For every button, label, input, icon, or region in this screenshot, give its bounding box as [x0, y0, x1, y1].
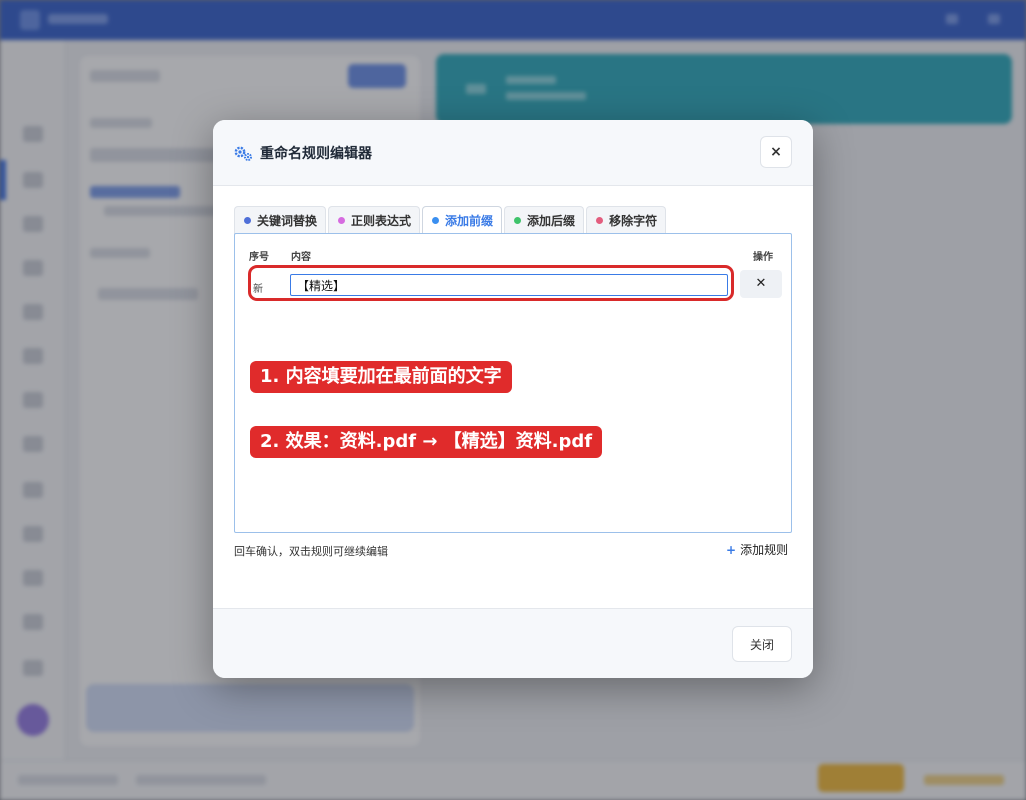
close-button[interactable]: 关闭 — [732, 626, 792, 662]
tab-add-prefix[interactable]: 添加前缀 — [422, 206, 503, 234]
plus-icon: + — [726, 543, 737, 557]
add-rule-button[interactable]: + 添加规则 — [726, 541, 788, 558]
tab-dot-icon — [596, 217, 604, 224]
annotation-highlight-ring — [248, 265, 734, 301]
column-index-header: 序号 — [249, 252, 269, 263]
column-content-header: 内容 — [291, 252, 311, 263]
annotation-label: 2. 效果：资料.pdf → 【精选】资料.pdf — [250, 426, 603, 458]
rule-type-tabs: 关键词替换 正则表达式 添加前缀 添加后缀 移除字符 — [234, 206, 667, 234]
rename-rule-editor-dialog: 重命名规则编辑器 × 关键词替换 正则表达式 添加前缀 添加后缀 移除字符 序号… — [213, 120, 813, 678]
tab-dot-icon — [338, 217, 346, 224]
close-icon[interactable]: × — [760, 136, 792, 168]
column-action-header: 操作 — [753, 252, 773, 263]
tab-keyword-replace[interactable]: 关键词替换 — [234, 206, 327, 234]
rule-table: 序号 内容 操作 新 ✕ 1. 内容填要加在最前面的文字 2. 效果：资料.pd… — [234, 233, 792, 533]
tab-dot-icon — [514, 217, 522, 224]
tab-dot-icon — [244, 217, 251, 224]
delete-rule-button[interactable]: ✕ — [740, 270, 782, 298]
gears-icon — [234, 146, 252, 161]
tab-remove-chars[interactable]: 移除字符 — [586, 206, 667, 234]
tab-regex[interactable]: 正则表达式 — [328, 206, 421, 234]
dialog-footer: 关闭 — [213, 608, 813, 678]
dialog-title: 重命名规则编辑器 — [260, 146, 372, 162]
hint-text: 回车确认，双击规则可继续编辑 — [234, 545, 388, 558]
tab-add-suffix[interactable]: 添加后缀 — [504, 206, 585, 234]
dialog-header: 重命名规则编辑器 × — [213, 120, 813, 186]
annotation-label: 1. 内容填要加在最前面的文字 — [250, 361, 512, 393]
tab-dot-icon — [432, 217, 440, 224]
